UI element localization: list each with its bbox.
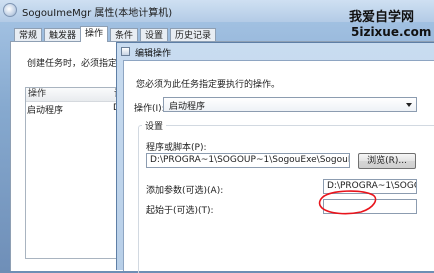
- actions-description: 创建任务时，必须指定: [27, 59, 118, 69]
- tab-settings[interactable]: 设置: [140, 28, 169, 41]
- dialog-title: 编辑操作: [135, 49, 172, 59]
- dialog-instruction: 您必须为此任务指定要执行的操作。: [136, 80, 281, 90]
- watermark-url: 5izixue.com: [351, 25, 432, 39]
- watermark-title: 我爱自学网: [349, 10, 415, 25]
- tab-actions[interactable]: 操作: [80, 26, 109, 42]
- settings-group-label: 设置: [142, 119, 167, 132]
- annotation-circle: [318, 190, 377, 215]
- tab-conditions[interactable]: 条件: [110, 28, 139, 41]
- tab-triggers[interactable]: 触发器: [44, 28, 82, 41]
- action-dropdown[interactable]: 启动程序: [163, 97, 417, 112]
- actions-list[interactable]: 操作 详 启动程序 D:\: [25, 87, 128, 259]
- dialog-body: 您必须为此任务指定要执行的操作。 操作(I): 启动程序 设置 程序或脚本(P)…: [123, 60, 434, 273]
- tab-general[interactable]: 常规: [14, 28, 43, 41]
- column-header-action[interactable]: 操作: [26, 88, 112, 102]
- clock-icon: [3, 3, 17, 17]
- action-dropdown-value: 启动程序: [169, 102, 206, 112]
- window-title: SogouImeMgr 属性(本地计算机): [22, 8, 173, 19]
- chevron-down-icon[interactable]: [406, 103, 412, 107]
- program-label: 程序或脚本(P):: [146, 143, 207, 153]
- dialog-icon: [121, 47, 130, 56]
- start-in-label: 起始于(可选)(T):: [146, 206, 214, 216]
- arguments-label: 添加参数(可选)(A):: [146, 186, 224, 196]
- tab-history[interactable]: 历史记录: [170, 28, 217, 41]
- edit-action-dialog: 编辑操作 您必须为此任务指定要执行的操作。 操作(I): 启动程序 设置 程序或…: [116, 42, 434, 273]
- row-action-cell: 启动程序: [27, 106, 64, 116]
- action-label: 操作(I):: [134, 104, 165, 114]
- program-input-value: D:\PROGRA~1\SOGOUP~1\SogouExe\SogouExe.e…: [150, 155, 349, 165]
- browse-button[interactable]: 浏览(R)...: [358, 153, 416, 169]
- program-input[interactable]: D:\PROGRA~1\SOGOUP~1\SogouExe\SogouExe.e…: [146, 153, 350, 168]
